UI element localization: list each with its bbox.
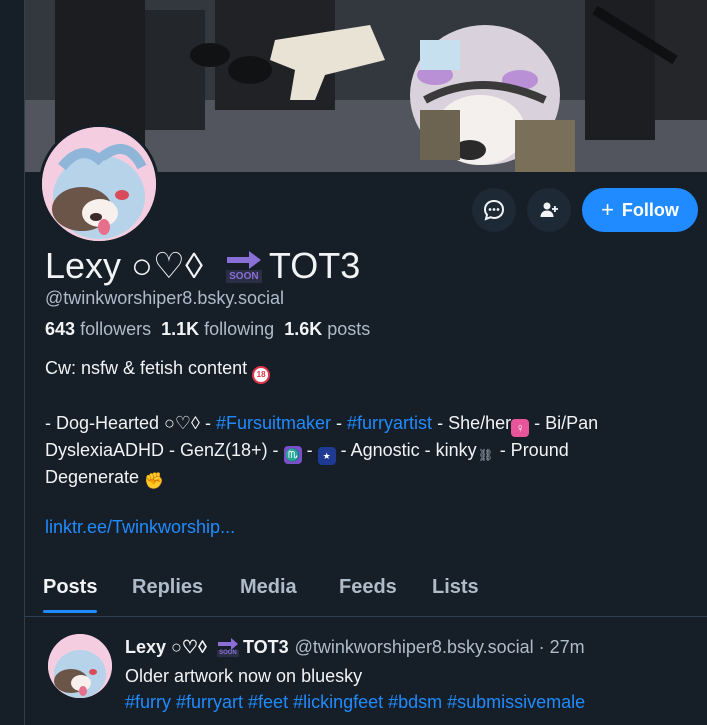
flexed-biceps-icon: ✊ — [144, 473, 165, 490]
following-stat[interactable]: 1.1K following — [161, 319, 274, 339]
tab-posts[interactable]: Posts — [43, 576, 97, 599]
bio-line-1: Cw: nsfw & fetish content 18 — [45, 355, 271, 384]
message-button[interactable] — [472, 188, 516, 232]
profile-display-name: Lexy ○♡◊ SOON TOT3 — [45, 245, 361, 286]
tab-feeds[interactable]: Feeds — [339, 576, 397, 599]
follow-label: Follow — [621, 199, 679, 220]
active-tab-indicator — [43, 610, 97, 613]
post-hashtags[interactable]: #furry #furryart #feet #lickingfeet #bds… — [125, 692, 585, 713]
scorpio-icon: ♏ — [283, 446, 302, 464]
plus-icon: + — [601, 197, 614, 222]
post-author-name[interactable]: Lexy ○♡◊ — [125, 637, 207, 658]
followers-stat[interactable]: 643 followers — [45, 319, 151, 339]
person-add-icon — [540, 202, 558, 217]
follow-button[interactable]: + Follow — [582, 188, 698, 232]
post-author-avatar[interactable] — [48, 634, 112, 698]
profile-stats: 643 followers 1.1K following 1.6K posts — [45, 319, 370, 340]
post-text: Older artwork now on bluesky — [125, 666, 363, 686]
tab-replies[interactable]: Replies — [132, 576, 203, 599]
chat-bubble-icon — [483, 199, 505, 221]
bio-line-4: Degenerate ✊ — [45, 467, 165, 490]
profile-link[interactable]: linktr.ee/Twinkworship... — [45, 514, 235, 541]
tab-media[interactable]: Media — [240, 576, 297, 599]
no-under-18-icon: 18 — [252, 366, 271, 384]
profile-tabs: Posts Replies Media Feeds Lists — [25, 566, 707, 617]
australia-flag-icon: ★ — [317, 447, 336, 465]
hashtag-fursuitmaker[interactable]: #Fursuitmaker — [216, 413, 331, 433]
bio-line-2: - Dog-Hearted ○♡◊ - #Fursuitmaker - #fur… — [45, 413, 599, 437]
female-sign-icon: ♀ — [511, 419, 530, 437]
profile-handle: @twinkworshiper8.bsky.social — [45, 288, 285, 308]
hashtag-furryartist[interactable]: #furryartist — [347, 413, 432, 433]
tab-lists[interactable]: Lists — [432, 576, 479, 599]
avatar-image — [42, 127, 156, 241]
soon-arrow-icon: SOON — [217, 638, 239, 657]
bio-line-3: DyslexiaADHD - GenZ(18+) - ♏ - ★ - Agnos… — [45, 437, 569, 465]
post-author-suffix: TOT3 — [242, 637, 289, 657]
profile-avatar[interactable] — [39, 124, 159, 244]
left-rail — [0, 0, 25, 725]
soon-arrow-icon: SOON — [225, 250, 263, 283]
post-avatar-image — [48, 634, 112, 698]
post-header: Lexy ○♡◊ SOON TOT3 @twinkworshiper8.bsky… — [125, 637, 585, 658]
add-to-list-button[interactable] — [527, 188, 571, 232]
post-author-handle[interactable]: @twinkworshiper8.bsky.social · 27m — [295, 637, 585, 658]
chain-link-icon: ⛓ — [478, 448, 494, 462]
posts-stat: 1.6K posts — [284, 319, 371, 339]
